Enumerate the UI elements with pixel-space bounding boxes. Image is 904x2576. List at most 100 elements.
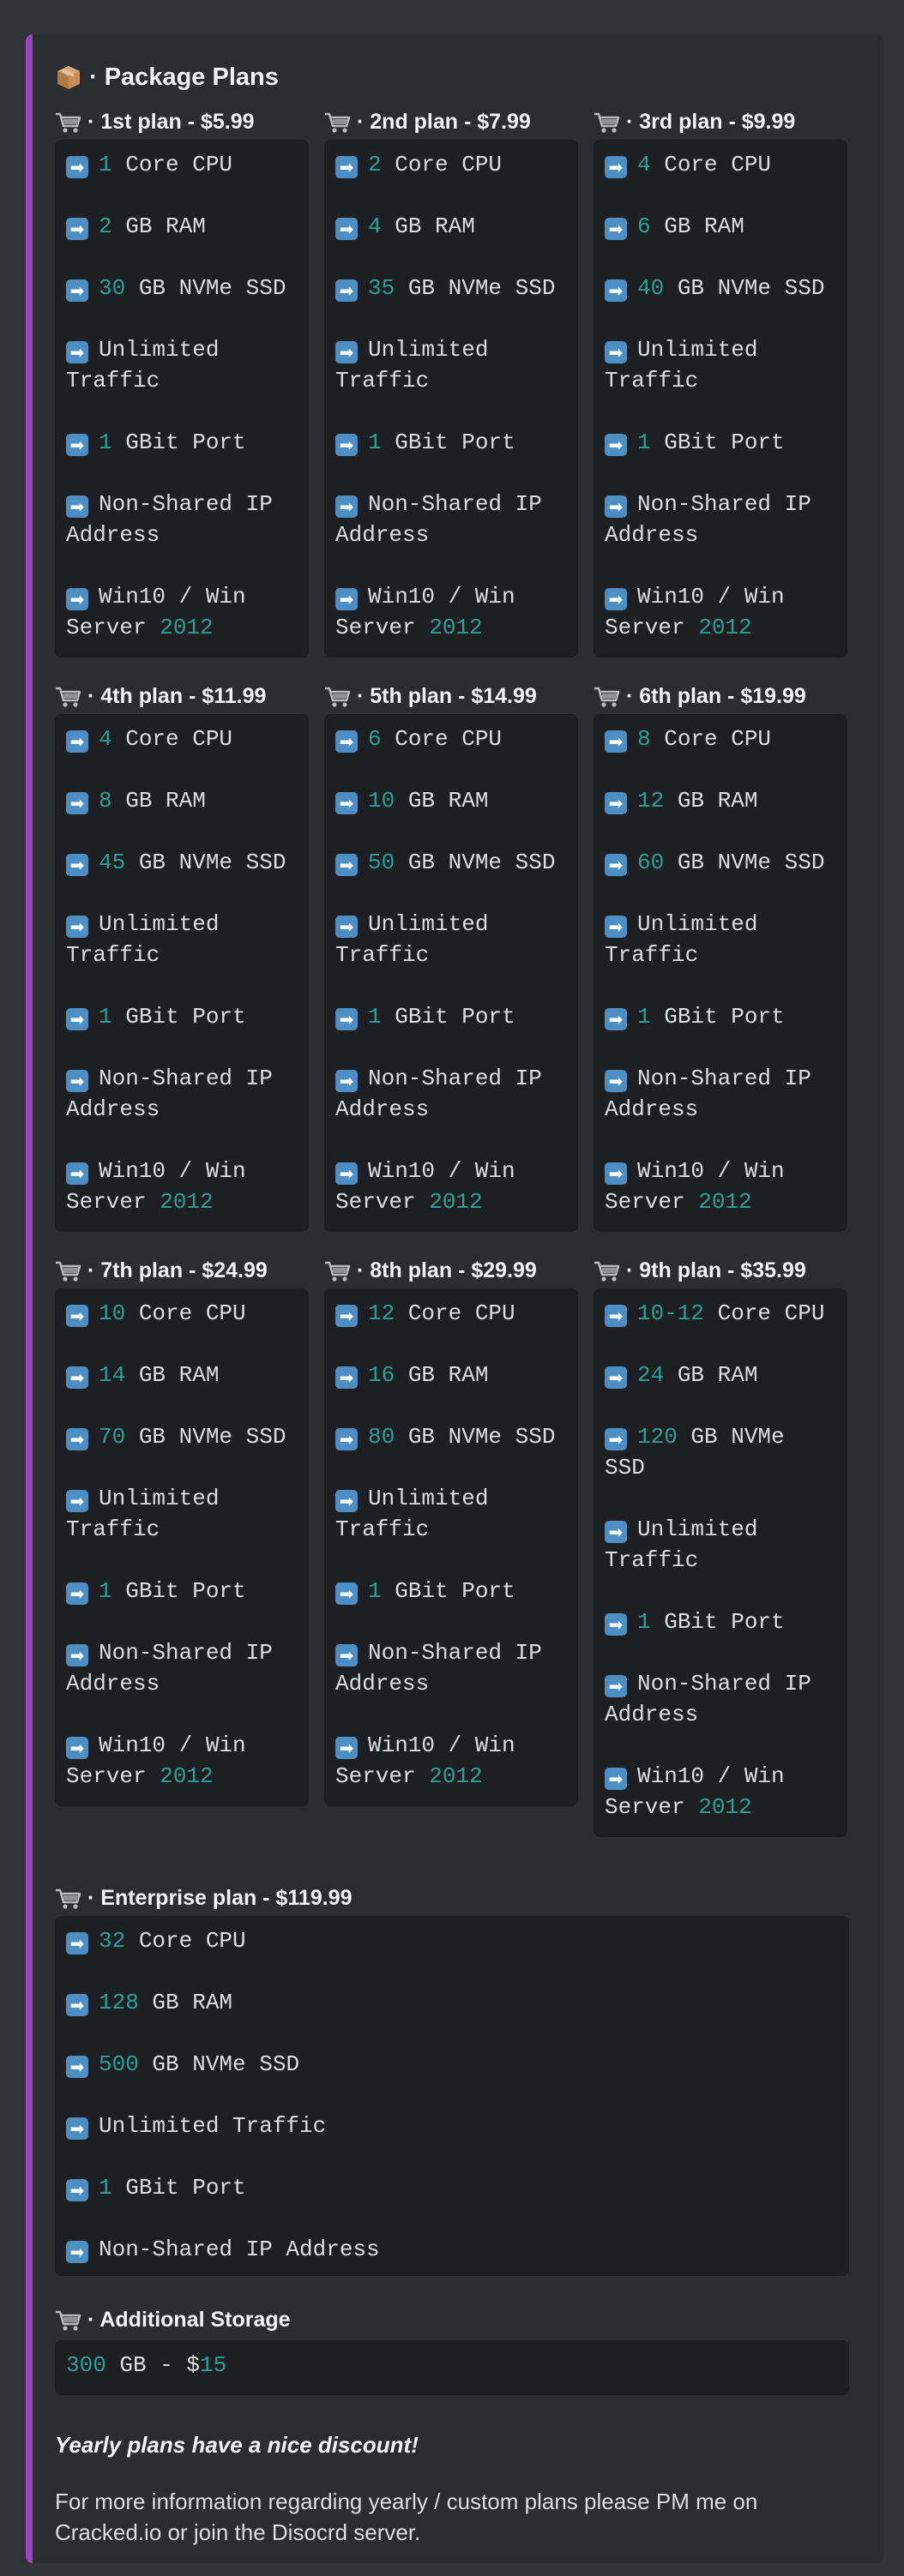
field-name-text: · 4th plan - $11.99 xyxy=(87,684,267,708)
shopping-cart-icon xyxy=(594,111,621,134)
list-item: ➡ 1 GBit Port xyxy=(605,1606,838,1637)
list-item: ➡ 1 GBit Port xyxy=(335,1001,569,1032)
port-label: GBit Port xyxy=(111,429,246,455)
list-item: ➡ Non-Shared IP Address xyxy=(335,1063,569,1125)
arrow-right-icon: ➡ xyxy=(605,279,627,302)
arrow-right-icon: ➡ xyxy=(66,1366,88,1389)
port-count: 1 xyxy=(99,1578,112,1604)
field-name: · 6th plan - $19.99 xyxy=(594,684,806,709)
arrow-right-icon: ➡ xyxy=(335,1582,358,1605)
arrow-right-icon: ➡ xyxy=(66,218,88,240)
arrow-right-icon: ➡ xyxy=(335,916,358,938)
code-block: ➡ 4 Core CPU ➡ 6 GB RAM ➡ 40 GB NVMe SSD ➡ Unli… xyxy=(594,140,847,658)
os-label-2: Server xyxy=(605,1794,699,1820)
list-item: ➡ Unlimited Traffic xyxy=(335,1483,569,1545)
arrow-right-icon: ➡ xyxy=(605,218,627,240)
ram-label: GB RAM xyxy=(664,1362,758,1388)
arrow-right-icon: ➡ xyxy=(66,1582,88,1605)
arrow-right-icon: ➡ xyxy=(605,916,627,938)
ip-label: Non-Shared IP xyxy=(99,1640,273,1666)
arrow-right-icon: ➡ xyxy=(335,730,358,753)
ssd-amount: 70 xyxy=(99,1424,126,1450)
port-label: GBit Port xyxy=(111,1004,246,1030)
list-item: ➡ 2 Core CPU xyxy=(335,149,569,180)
cpu-label: Core CPU xyxy=(111,726,233,752)
os-label: Win10 / Win xyxy=(368,1158,515,1184)
os-label-2: Server xyxy=(335,615,430,640)
arrow-right-icon: ➡ xyxy=(335,1305,358,1327)
code-block: ➡ 1 Core CPU ➡ 2 GB RAM ➡ 30 GB NVMe SSD ➡ Unli… xyxy=(55,140,309,658)
field-name: · 4th plan - $11.99 xyxy=(55,684,266,709)
list-item: ➡ 120 GB NVMe SSD xyxy=(605,1421,838,1483)
code-block: ➡ 2 Core CPU ➡ 4 GB RAM ➡ 35 GB NVMe SSD ➡ Unli… xyxy=(324,140,578,658)
list-item: ➡ Non-Shared IP Address xyxy=(66,1637,299,1699)
code-block: ➡ 10-12 Core CPU ➡ 24 GB RAM ➡ 120 GB NVMe SSD… xyxy=(594,1288,847,1837)
ssd-label: GB NVMe SSD xyxy=(395,275,556,301)
arrow-right-icon: ➡ xyxy=(335,1070,358,1092)
field-name-text: · Enterprise plan - $119.99 xyxy=(87,1886,353,1910)
arrow-right-icon: ➡ xyxy=(605,1613,627,1636)
ip-label: Non-Shared IP Address xyxy=(99,2237,380,2262)
cpu-count: 10-12 xyxy=(637,1300,705,1326)
arrow-right-icon: ➡ xyxy=(335,792,358,814)
cpu-label: Core CPU xyxy=(381,152,503,177)
ip-label: Non-Shared IP xyxy=(637,1671,811,1696)
cpu-count: 2 xyxy=(368,152,382,177)
shopping-cart-icon xyxy=(324,1260,352,1282)
os-year: 2012 xyxy=(429,1763,483,1789)
code-block: ➡ 32 Core CPU ➡ 128 GB RAM ➡ 500 GB NVMe SSD ➡… xyxy=(55,1916,849,2276)
list-item: ➡ 1 GBit Port xyxy=(66,427,299,458)
arrow-right-icon: ➡ xyxy=(605,156,627,178)
traffic-label-2: Traffic xyxy=(605,1547,699,1573)
cpu-label: Core CPU xyxy=(704,1300,825,1326)
list-item: ➡ Win10 / Win Server 2012 xyxy=(66,581,299,643)
arrow-right-icon: ➡ xyxy=(605,1675,627,1697)
arrow-right-icon: ➡ xyxy=(66,156,88,178)
os-label: Win10 / Win xyxy=(637,584,785,609)
list-item: ➡ 60 GB NVMe SSD xyxy=(605,847,838,878)
ip-label-2: Address xyxy=(335,522,430,548)
os-label-2: Server xyxy=(66,1189,160,1215)
ip-label: Non-Shared IP xyxy=(637,491,811,517)
port-count: 1 xyxy=(637,1004,651,1030)
embed-title: · Package Plans xyxy=(55,60,279,94)
cpu-label: Core CPU xyxy=(125,1928,246,1954)
list-item: ➡ 12 Core CPU xyxy=(335,1298,569,1329)
traffic-label: Unlimited xyxy=(368,1486,489,1511)
traffic-label-2: Traffic xyxy=(335,942,430,968)
os-label: Win10 / Win xyxy=(368,1732,515,1758)
ssd-label: GB NVMe SSD xyxy=(125,1424,286,1450)
ip-label: Non-Shared IP xyxy=(368,491,542,517)
arrow-right-icon: ➡ xyxy=(605,341,627,363)
arrow-right-icon: ➡ xyxy=(335,279,358,302)
ssd-amount: 120 xyxy=(637,1424,678,1450)
arrow-right-icon: ➡ xyxy=(335,1162,358,1185)
list-item: ➡ Unlimited Traffic xyxy=(605,1514,838,1576)
field-name: · Additional Storage xyxy=(55,2308,291,2333)
cpu-count: 10 xyxy=(99,1300,126,1326)
port-count: 1 xyxy=(99,429,112,455)
list-item: ➡ Unlimited Traffic xyxy=(66,909,299,970)
field-name: · 7th plan - $24.99 xyxy=(55,1258,268,1283)
os-label: Win10 / Win xyxy=(99,1732,246,1758)
port-count: 1 xyxy=(99,1004,112,1030)
os-label: Win10 / Win xyxy=(99,584,246,609)
arrow-right-icon: ➡ xyxy=(605,854,627,876)
arrow-right-icon: ➡ xyxy=(66,2056,88,2078)
list-item: ➡ Win10 / Win Server 2012 xyxy=(335,581,569,643)
arrow-right-icon: ➡ xyxy=(335,588,358,610)
arrow-right-icon: ➡ xyxy=(66,1070,88,1092)
traffic-label: Unlimited xyxy=(99,337,220,363)
list-item: ➡ 50 GB NVMe SSD xyxy=(335,847,569,878)
os-year: 2012 xyxy=(429,615,483,640)
port-count: 1 xyxy=(368,1578,382,1604)
cpu-count: 8 xyxy=(637,726,651,752)
list-item: ➡ 1 GBit Port xyxy=(335,427,569,458)
cpu-count: 4 xyxy=(99,726,112,752)
traffic-label-2: Traffic xyxy=(335,368,430,393)
port-count: 1 xyxy=(368,429,382,455)
traffic-label: Unlimited xyxy=(99,1486,220,1511)
list-item: ➡ 45 GB NVMe SSD xyxy=(66,847,299,878)
traffic-label: Unlimited xyxy=(99,911,220,937)
shopping-cart-icon xyxy=(55,1260,82,1282)
